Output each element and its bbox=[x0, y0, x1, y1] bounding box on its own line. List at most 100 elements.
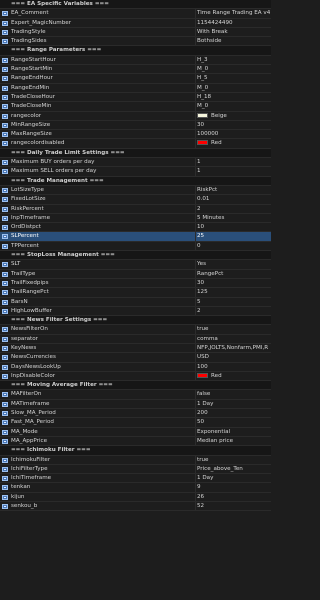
parameter-row[interactable]: InpDisableColor Red bbox=[0, 371, 271, 382]
parameter-value[interactable]: Beige bbox=[197, 112, 271, 121]
parameter-row[interactable]: KeyNews NFP,JOLTS,Nonfarm,PMI,R bbox=[0, 343, 271, 354]
parameter-value[interactable]: Median price bbox=[197, 437, 271, 446]
parameter-row[interactable]: RangeEndHour H_5 bbox=[0, 74, 271, 84]
parameter-row[interactable]: TrailFixedpips 30 bbox=[0, 278, 271, 289]
parameter-value[interactable]: 30 bbox=[197, 279, 271, 288]
parameter-value[interactable]: 30 bbox=[197, 121, 271, 130]
parameter-row[interactable]: Maximum SELL orders per day 1 bbox=[0, 167, 271, 177]
parameter-value[interactable]: true bbox=[197, 325, 271, 334]
parameter-row[interactable]: HighLowBuffer 2 bbox=[0, 306, 271, 317]
parameter-row[interactable]: LotSizeType RiskPct bbox=[0, 185, 271, 196]
parameter-value[interactable]: M_0 bbox=[197, 65, 271, 74]
parameter-row[interactable]: SLPercent 25 bbox=[0, 232, 271, 242]
parameter-value[interactable]: comma bbox=[197, 335, 271, 344]
parameter-row[interactable]: NewsCurrencies USD bbox=[0, 353, 271, 363]
parameter-row[interactable]: IchiTimeframe 1 Day bbox=[0, 474, 271, 484]
parameter-row[interactable]: RangeStartMin M_0 bbox=[0, 65, 271, 75]
parameter-value[interactable]: RangePct bbox=[197, 270, 271, 279]
parameter-value[interactable]: 50 bbox=[197, 418, 271, 427]
parameter-value[interactable]: 9 bbox=[197, 483, 271, 492]
parameter-value[interactable]: 5 Minutes bbox=[197, 214, 271, 223]
parameter-value[interactable]: 125 bbox=[197, 288, 271, 297]
parameter-row[interactable]: NewsFilterOn true bbox=[0, 325, 271, 335]
parameter-value[interactable]: 1 bbox=[197, 158, 271, 167]
parameter-row[interactable]: MA_Mode Exponential bbox=[0, 427, 271, 437]
parameter-row[interactable]: RangeEndMin M_0 bbox=[0, 83, 271, 93]
parameter-row[interactable]: Expert_MagicNumber 1154424490 bbox=[0, 18, 271, 28]
parameter-value[interactable]: H_3 bbox=[197, 56, 271, 65]
parameter-row[interactable]: TradeCloseHour H_18 bbox=[0, 92, 271, 103]
parameter-value[interactable]: 2 bbox=[197, 205, 271, 214]
parameter-value[interactable]: Red bbox=[197, 139, 271, 148]
parameter-value[interactable]: USD bbox=[197, 353, 271, 362]
parameter-value[interactable]: Red bbox=[197, 372, 271, 381]
parameter-row[interactable]: MA_AppPrice Median price bbox=[0, 436, 271, 447]
parameter-row[interactable]: TradingStyle With Break bbox=[0, 27, 271, 38]
parameter-row[interactable]: Fast_MA_Period 50 bbox=[0, 418, 271, 428]
parameter-row[interactable]: IchimokuFilter true bbox=[0, 455, 271, 465]
parameter-row[interactable]: RiskPercent 2 bbox=[0, 204, 271, 214]
parameter-value[interactable]: 25 bbox=[197, 232, 271, 241]
parameter-value[interactable]: 26 bbox=[197, 493, 271, 502]
parameter-value[interactable]: 200 bbox=[197, 409, 271, 418]
parameter-row[interactable]: SLT Yes bbox=[0, 260, 271, 270]
parameter-row[interactable]: TPPercent 0 bbox=[0, 241, 271, 252]
parameter-value[interactable]: Exponential bbox=[197, 428, 271, 437]
parameter-row[interactable]: MAFilterOn false bbox=[0, 390, 271, 400]
parameter-row[interactable]: TrailType RangePct bbox=[0, 269, 271, 279]
parameter-value[interactable]: 1154424490 bbox=[197, 19, 271, 28]
parameter-value-text: true bbox=[197, 456, 209, 463]
parameter-row[interactable]: senkou_b 52 bbox=[0, 502, 271, 512]
parameter-row[interactable]: BarsN 5 bbox=[0, 297, 271, 307]
parameter-row[interactable]: EA_Comment Time Range Trading EA v4 bbox=[0, 9, 271, 19]
parameter-row[interactable]: MaxRangeSize 100000 bbox=[0, 130, 271, 140]
parameter-value[interactable]: 1 Day bbox=[197, 474, 271, 483]
parameter-value[interactable]: Yes bbox=[197, 260, 271, 269]
parameter-value[interactable]: 52 bbox=[197, 502, 271, 511]
parameter-value[interactable]: 5 bbox=[197, 298, 271, 307]
parameter-row[interactable]: MATimeframe 1 Day bbox=[0, 399, 271, 410]
parameter-row[interactable]: Slow_MA_Period 200 bbox=[0, 409, 271, 419]
column-divider bbox=[195, 130, 196, 139]
parameter-value[interactable]: H_5 bbox=[197, 74, 271, 83]
parameter-value[interactable]: false bbox=[197, 390, 271, 399]
column-divider bbox=[195, 241, 196, 251]
parameter-row[interactable]: FixedLotSize 0.01 bbox=[0, 195, 271, 205]
parameter-row[interactable]: tenkan 9 bbox=[0, 483, 271, 493]
parameter-row[interactable]: rangecolordisabled Red bbox=[0, 139, 271, 149]
parameter-value[interactable]: 1 bbox=[197, 167, 271, 176]
parameter-icon bbox=[2, 160, 8, 166]
parameter-value[interactable]: NFP,JOLTS,Nonfarm,PMI,R bbox=[197, 344, 271, 353]
parameter-value[interactable]: 100000 bbox=[197, 130, 271, 139]
parameter-name: RangeEndMin bbox=[11, 84, 50, 91]
parameter-value[interactable]: 1 Day bbox=[197, 400, 271, 409]
parameter-row[interactable]: MinRangeSize 30 bbox=[0, 120, 271, 131]
parameter-value[interactable]: M_0 bbox=[197, 84, 271, 93]
parameter-row[interactable]: InpTimeframe 5 Minutes bbox=[0, 213, 271, 224]
parameter-value-text: Median price bbox=[197, 437, 234, 444]
parameter-value[interactable]: Price_above_Ten bbox=[197, 465, 271, 474]
parameter-value[interactable]: 100 bbox=[197, 363, 271, 372]
parameter-row[interactable]: TrailRangePct 125 bbox=[0, 288, 271, 298]
parameter-value[interactable]: RiskPct bbox=[197, 186, 271, 195]
parameter-row[interactable]: kijun 26 bbox=[0, 492, 271, 503]
parameter-row[interactable]: RangeStartHour H_3 bbox=[0, 55, 271, 66]
parameter-row[interactable]: separator comma bbox=[0, 334, 271, 344]
parameter-row[interactable]: DaysNewsLookUp 100 bbox=[0, 362, 271, 372]
parameter-row[interactable]: rangecolor Beige bbox=[0, 111, 271, 121]
parameter-row[interactable]: TradingSides Bothside bbox=[0, 37, 271, 47]
parameter-row[interactable]: OrdDistpct 10 bbox=[0, 223, 271, 233]
parameter-value[interactable]: 2 bbox=[197, 307, 271, 316]
parameter-value[interactable]: 0.01 bbox=[197, 195, 271, 204]
parameter-value[interactable]: Time Range Trading EA v4 bbox=[197, 9, 271, 18]
parameter-value[interactable]: M_0 bbox=[197, 102, 271, 111]
parameter-value[interactable]: Bothside bbox=[197, 37, 271, 46]
parameter-value[interactable]: H_18 bbox=[197, 93, 271, 102]
parameter-value[interactable]: 10 bbox=[197, 223, 271, 232]
parameter-row[interactable]: TradeCloseMin M_0 bbox=[0, 102, 271, 112]
parameter-row[interactable]: Maximum BUY orders per day 1 bbox=[0, 158, 271, 168]
parameter-value[interactable]: 0 bbox=[197, 242, 271, 251]
parameter-row[interactable]: IchiFilterType Price_above_Ten bbox=[0, 464, 271, 475]
parameter-value[interactable]: With Break bbox=[197, 28, 271, 37]
parameter-value[interactable]: true bbox=[197, 456, 271, 465]
